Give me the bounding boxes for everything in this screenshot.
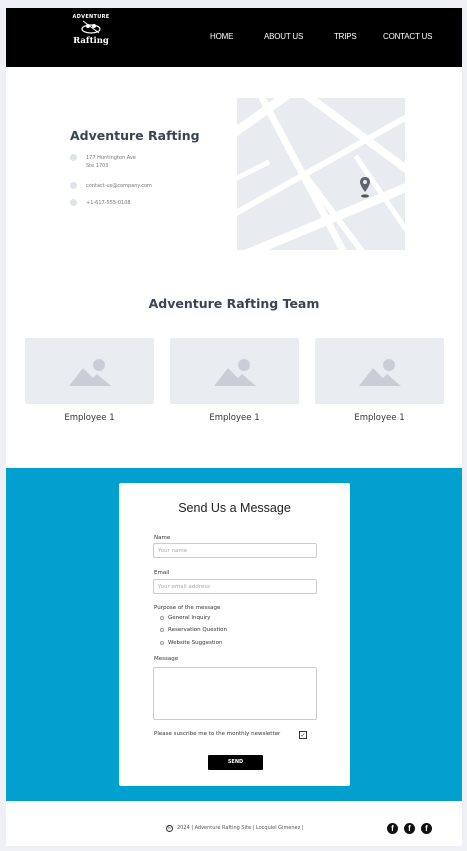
purpose-label: Purpose of the message — [154, 605, 221, 611]
employee-photo-placeholder — [170, 338, 299, 404]
location-map[interactable] — [237, 98, 405, 250]
phone-link[interactable]: +1-617-555-0108 — [86, 199, 131, 207]
newsletter-checkbox[interactable]: ✓ — [299, 731, 307, 739]
radio-label: Reservation Question — [168, 627, 227, 633]
image-placeholder-icon — [359, 359, 401, 386]
email-link[interactable]: contact-us@company.com — [86, 182, 152, 190]
facebook-icon[interactable]: f — [421, 823, 432, 834]
team-title: Adventure Rafting Team — [148, 296, 320, 311]
facebook-icon[interactable]: f — [404, 823, 415, 834]
facebook-icon[interactable]: f — [387, 823, 398, 834]
contact-form-section: Send Us a Message Name Your name Email Y… — [6, 468, 462, 801]
employee-name: Employee 1 — [354, 413, 405, 423]
map-streets — [237, 98, 405, 250]
radio-label: Website Suggestion — [168, 640, 223, 646]
contact-form: Send Us a Message Name Your name Email Y… — [119, 483, 350, 786]
message-textarea[interactable] — [153, 667, 317, 720]
email-input[interactable]: Your email address — [153, 579, 317, 594]
employee-photo-placeholder — [315, 338, 444, 404]
nav-contact-us[interactable]: CONTACT US — [383, 32, 432, 41]
radio-general-inquiry[interactable] — [160, 616, 164, 620]
address-line1: 177 Huntington Ave — [86, 155, 136, 161]
company-name: Adventure Rafting — [70, 128, 200, 143]
copyright-icon: © — [166, 825, 173, 832]
employee-name: Employee 1 — [64, 413, 115, 423]
phone-icon — [70, 199, 77, 206]
nav-trips[interactable]: TRIPS — [334, 32, 357, 41]
raft-icon — [81, 20, 101, 34]
image-placeholder-icon — [214, 359, 256, 386]
name-label: Name — [154, 535, 171, 541]
address-line2: Ste 1703 — [86, 163, 109, 169]
site-logo[interactable]: ADVENTURE Rafting — [68, 14, 114, 58]
form-title: Send Us a Message — [178, 501, 291, 515]
site-header: ADVENTURE Rafting HOME ABOUT US TRIPS CO… — [6, 8, 462, 67]
newsletter-label: Please suscribe me to the monthly newsle… — [154, 731, 281, 737]
email-icon — [70, 182, 77, 189]
email-label: Email — [154, 570, 170, 576]
name-input[interactable]: Your name — [153, 543, 317, 558]
map-pin-icon — [360, 177, 370, 198]
nav-home[interactable]: HOME — [210, 32, 233, 41]
message-label: Message — [154, 656, 179, 662]
footer-text: 2024 | Adventure Rafting Site | Locquiel… — [177, 825, 304, 831]
site-footer: © 2024 | Adventure Rafting Site | Locqui… — [6, 801, 462, 846]
radio-label: General Inquiry — [168, 615, 211, 621]
nav-about-us[interactable]: ABOUT US — [264, 32, 303, 41]
radio-website-suggestion[interactable] — [160, 641, 164, 645]
logo-main-text: Rafting — [73, 36, 109, 46]
location-icon — [70, 154, 77, 161]
image-placeholder-icon — [69, 359, 111, 386]
check-icon: ✓ — [300, 732, 306, 739]
send-button[interactable]: SEND — [208, 755, 263, 770]
employee-name: Employee 1 — [209, 413, 260, 423]
radio-reservation-question[interactable] — [160, 628, 164, 632]
page: ADVENTURE Rafting HOME ABOUT US TRIPS CO… — [6, 8, 462, 846]
employee-photo-placeholder — [25, 338, 154, 404]
